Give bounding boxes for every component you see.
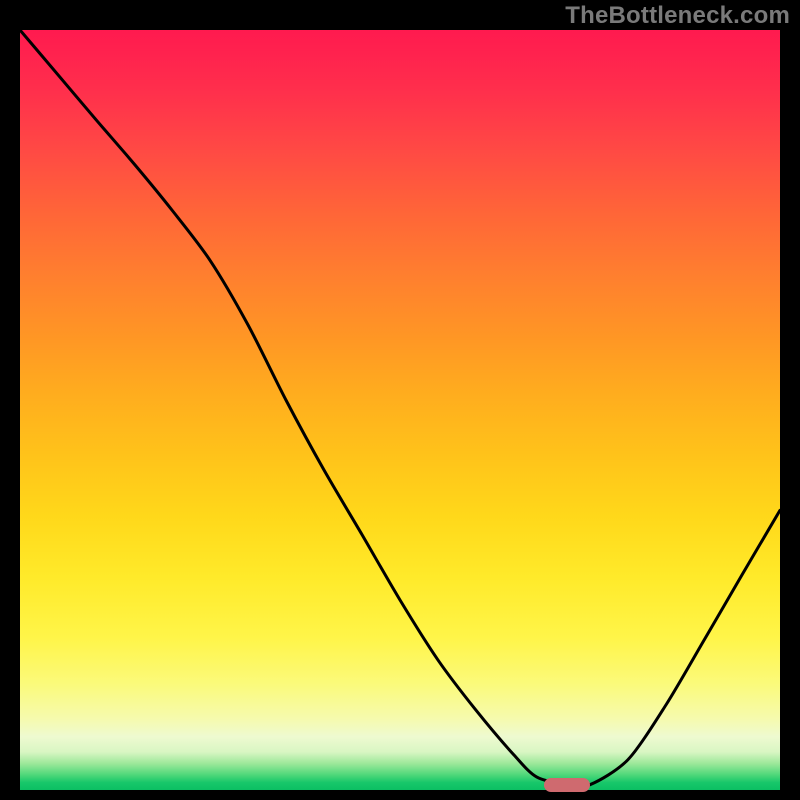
chart-frame: TheBottleneck.com [0,0,800,800]
line-curve [20,30,780,790]
watermark-text: TheBottleneck.com [565,2,790,30]
plot-area [20,30,780,790]
min-marker-pill [544,778,590,792]
